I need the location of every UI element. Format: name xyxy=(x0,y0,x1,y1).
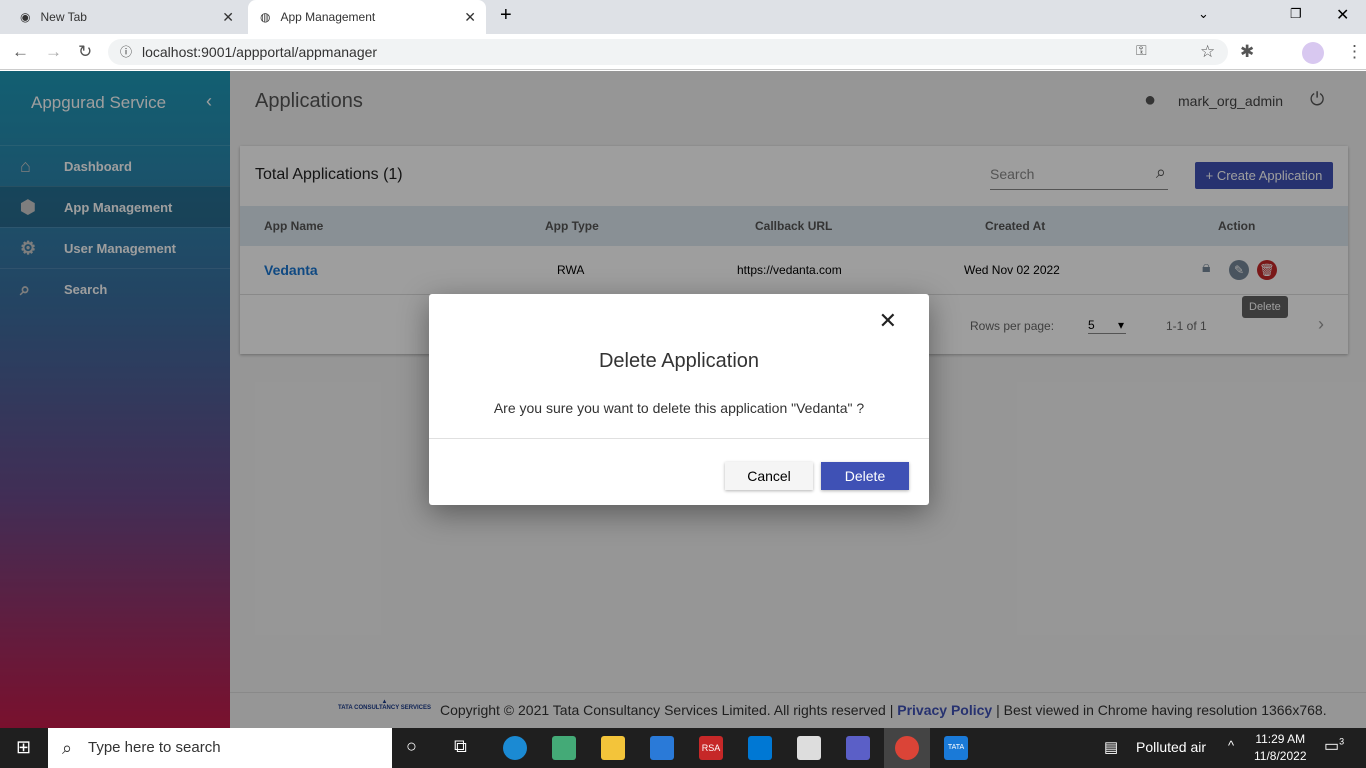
url-input[interactable]: ⓘ localhost:9001/appportal/appmanager xyxy=(108,39,1228,65)
restore-icon[interactable]: ❐ xyxy=(1290,6,1302,22)
extensions-icon[interactable]: ✱ xyxy=(1240,42,1254,62)
delete-button[interactable]: Delete xyxy=(821,462,909,490)
rsa-icon[interactable]: RSA xyxy=(699,736,723,760)
tab-new-tab[interactable]: ◉ New Tab ✕ xyxy=(8,0,244,34)
back-icon[interactable]: ← xyxy=(12,42,29,62)
chrome-taskbar-item[interactable] xyxy=(884,728,930,768)
dialog-title: Delete Application xyxy=(598,350,760,372)
globe-icon: ◍ xyxy=(260,10,271,24)
task-view-icon[interactable]: ⧉ xyxy=(454,736,467,757)
taskbar: ⊞ ⌕ Type here to search ○ ⧉ RSA TATA ▤ Po… xyxy=(0,728,1366,768)
chrome-icon xyxy=(895,736,919,760)
profile-avatar[interactable] xyxy=(1302,42,1324,64)
delete-dialog: ✕ Delete Application Are you sure you wa… xyxy=(429,294,929,505)
tab-app-management[interactable]: ◍ App Management ✕ xyxy=(248,0,486,34)
notepad-icon[interactable] xyxy=(797,736,821,760)
close-tab-icon[interactable]: ✕ xyxy=(464,9,476,26)
clock[interactable]: 11:29 AM 11/8/2022 xyxy=(1254,731,1307,765)
close-icon[interactable]: ✕ xyxy=(879,308,897,334)
info-icon: ⓘ xyxy=(120,45,133,59)
chrome-icon: ◉ xyxy=(20,10,31,24)
tata-icon[interactable]: TATA xyxy=(944,736,968,760)
reload-icon[interactable]: ↻ xyxy=(78,42,92,62)
network-app-icon[interactable] xyxy=(552,736,576,760)
taskbar-search-input[interactable]: ⌕ Type here to search xyxy=(48,728,392,768)
close-tab-icon[interactable]: ✕ xyxy=(222,9,234,26)
windows-start-icon[interactable]: ⊞ xyxy=(16,737,31,758)
weather-widget[interactable]: Polluted air xyxy=(1136,739,1206,755)
news-icon[interactable]: ▤ xyxy=(1104,738,1118,756)
cancel-button[interactable]: Cancel xyxy=(725,462,813,490)
vscode-icon[interactable] xyxy=(748,736,772,760)
tab-search-icon[interactable]: ⌄ xyxy=(1198,6,1209,22)
address-bar: ← → ↻ ⓘ localhost:9001/appportal/appmanag… xyxy=(0,34,1366,70)
notifications-icon[interactable]: ▭3 xyxy=(1324,736,1344,756)
key-icon[interactable]: ⚿ xyxy=(1136,42,1147,59)
cortana-icon[interactable]: ○ xyxy=(406,736,417,757)
search-icon: ⌕ xyxy=(62,738,73,758)
new-tab-button[interactable]: + xyxy=(500,4,512,27)
dialog-message: Are you sure you want to delete this app… xyxy=(493,400,865,416)
menu-icon[interactable]: ⋮ xyxy=(1346,42,1363,62)
edge-icon[interactable] xyxy=(503,736,527,760)
teams-icon[interactable] xyxy=(846,736,870,760)
divider xyxy=(429,438,929,439)
store-icon[interactable] xyxy=(650,736,674,760)
forward-icon[interactable]: → xyxy=(45,42,62,62)
tray-chevron-icon[interactable]: ^ xyxy=(1228,738,1234,753)
tab-strip: ◉ New Tab ✕ ◍ App Management ✕ + ⌄ ❐ ✕ xyxy=(0,0,1366,34)
file-explorer-icon[interactable] xyxy=(601,736,625,760)
close-window-icon[interactable]: ✕ xyxy=(1336,5,1349,25)
star-icon[interactable]: ☆ xyxy=(1200,42,1215,62)
